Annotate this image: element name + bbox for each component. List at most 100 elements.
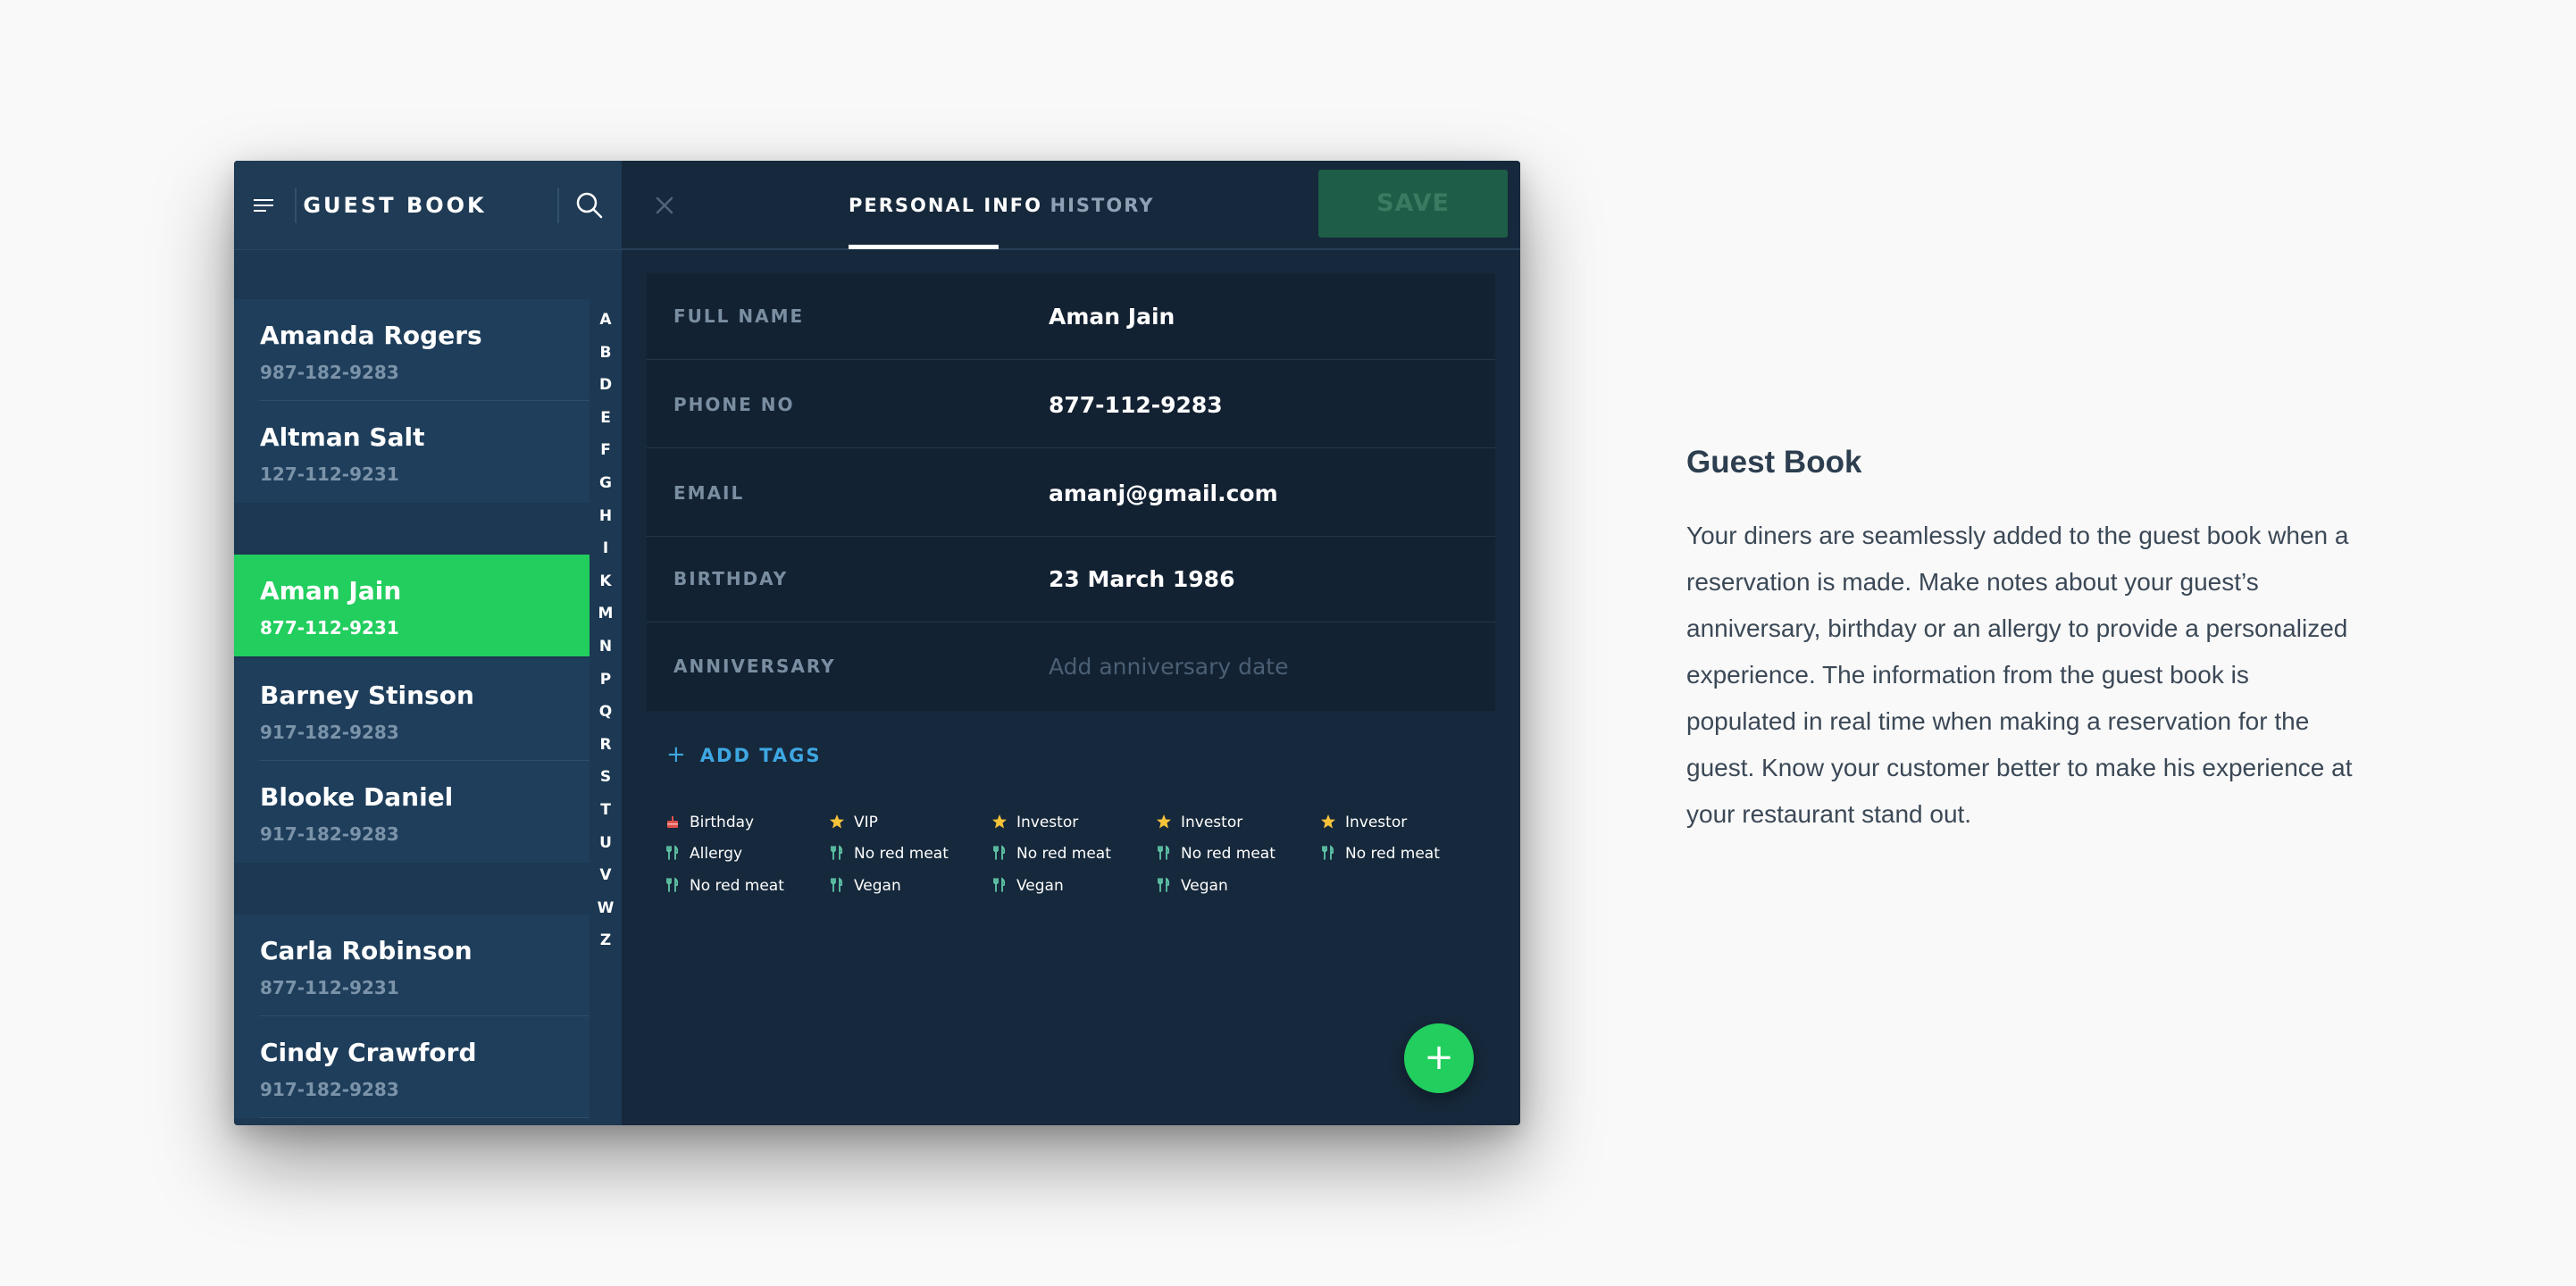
tab-personal-info[interactable]: PERSONAL INFO — [849, 161, 1041, 250]
tag-chip[interactable]: Investor — [1156, 811, 1242, 834]
tag-label: Birthday — [690, 814, 755, 831]
alphabet-index-letter[interactable]: H — [590, 500, 622, 533]
birthday-label: BIRTHDAY — [673, 568, 789, 589]
alphabet-index-letter[interactable]: M — [590, 597, 622, 630]
alphabet-index-letter[interactable]: E — [590, 402, 622, 435]
sidebar: GUEST BOOK A Amanda Rogers 987-182-9283 … — [234, 161, 622, 1125]
alphabet-index-letter[interactable]: I — [590, 532, 622, 565]
add-tags-label: ADD TAGS — [699, 745, 822, 766]
fork-knife-icon — [665, 877, 681, 893]
star-icon — [829, 814, 845, 830]
tag-chip[interactable]: Vegan — [1156, 874, 1228, 898]
fork-knife-icon — [829, 845, 845, 861]
description-body: Your diners are seamlessly added to the … — [1686, 522, 2353, 828]
guest-list-item[interactable]: Altman Salt 127-112-9231 — [234, 401, 590, 503]
list-divider — [259, 1117, 590, 1118]
alphabet-index-letter[interactable]: B — [590, 337, 622, 370]
alphabet-index-letter[interactable]: Q — [590, 696, 622, 729]
guest-phone: 127-112-9231 — [260, 463, 399, 485]
fork-knife-icon — [1156, 877, 1172, 893]
fork-knife-icon — [829, 877, 845, 893]
tag-chip[interactable]: No red meat — [1320, 842, 1440, 865]
tag-chip[interactable]: Allergy — [665, 842, 742, 865]
search-icon[interactable] — [572, 188, 607, 223]
guest-list-item[interactable]: Cindy Crawford 917-182-9283 — [234, 1016, 590, 1118]
alphabet-index-letter[interactable]: Z — [590, 924, 622, 957]
tag-label: Allergy — [690, 845, 743, 863]
alphabet-index-letter[interactable]: G — [590, 467, 622, 500]
field-row-full-name: FULL NAME Aman Jain — [647, 273, 1495, 360]
birthday-field[interactable]: 23 March 1986 — [1049, 536, 1477, 622]
tag-label: No red meat — [1345, 845, 1440, 863]
tag-chip[interactable]: Vegan — [829, 874, 901, 898]
description-title: Guest Book — [1686, 445, 1862, 480]
guest-phone: 917-182-9283 — [260, 1079, 399, 1100]
field-row-birthday: BIRTHDAY 23 March 1986 — [647, 536, 1495, 622]
alphabet-index-letter[interactable]: W — [590, 892, 622, 925]
personal-info-form: FULL NAME Aman Jain PHONE NO 877-112-928… — [647, 273, 1495, 711]
guest-list-item-selected[interactable]: Aman Jain 877-112-9231 — [234, 555, 590, 656]
tag-chip[interactable]: Birthday — [665, 811, 754, 834]
guest-name: Blooke Daniel — [260, 782, 454, 812]
tag-label: Investor — [1016, 814, 1079, 831]
star-icon — [1156, 814, 1172, 830]
guest-book-app: GUEST BOOK A Amanda Rogers 987-182-9283 … — [234, 161, 1520, 1125]
guest-list-item[interactable]: Carla Robinson 877-112-9231 — [234, 914, 590, 1016]
anniversary-field[interactable]: Add anniversary date — [1049, 623, 1477, 710]
guest-phone: 917-182-9283 — [260, 722, 399, 743]
phone-field[interactable]: 877-112-9283 — [1049, 362, 1477, 448]
tag-label: Vegan — [854, 877, 901, 895]
sidebar-title: GUEST BOOK — [303, 193, 487, 218]
full-name-field[interactable]: Aman Jain — [1049, 273, 1477, 360]
alphabet-index-letter[interactable]: A — [590, 304, 622, 337]
guest-list-item[interactable]: Blooke Daniel 917-182-9283 — [234, 761, 590, 863]
guest-list-item[interactable]: Barney Stinson 917-182-9283 — [234, 659, 590, 761]
alphabet-index-letter[interactable]: R — [590, 729, 622, 762]
fork-knife-icon — [1320, 845, 1336, 861]
detail-topbar: PERSONAL INFO HISTORY SAVE — [622, 161, 1520, 250]
tag-chip[interactable]: Investor — [991, 811, 1078, 834]
star-icon — [1320, 814, 1336, 830]
guest-phone: 877-112-9231 — [260, 977, 399, 998]
alphabet-index-letter[interactable]: U — [590, 827, 622, 860]
field-row-phone: PHONE NO 877-112-9283 — [647, 362, 1495, 448]
tag-chip[interactable]: No red meat — [829, 842, 949, 865]
field-row-anniversary: ANNIVERSARY Add anniversary date — [647, 623, 1495, 710]
alphabet-index-letter[interactable]: D — [590, 369, 622, 402]
guest-phone: 877-112-9231 — [260, 617, 399, 639]
alphabet-index-letter[interactable]: S — [590, 761, 622, 794]
alphabet-index: ABDEFGHIKMNPQRSTUVWZ — [590, 304, 622, 957]
menu-icon[interactable] — [252, 193, 275, 218]
guest-name: Amanda Rogers — [260, 321, 482, 350]
close-icon[interactable] — [648, 189, 681, 221]
tag-chip[interactable]: No red meat — [665, 874, 784, 898]
email-field[interactable]: amanj@gmail.com — [1049, 450, 1477, 537]
alphabet-index-letter[interactable]: P — [590, 664, 622, 697]
alphabet-index-letter[interactable]: K — [590, 565, 622, 598]
save-button[interactable]: SAVE — [1318, 170, 1508, 238]
alphabet-index-letter[interactable]: F — [590, 434, 622, 467]
alphabet-index-letter[interactable]: V — [590, 859, 622, 892]
tab-history[interactable]: HISTORY — [1040, 161, 1165, 250]
tag-chip[interactable]: Vegan — [991, 874, 1064, 898]
alphabet-index-letter[interactable]: N — [590, 630, 622, 664]
guest-detail-panel: PERSONAL INFO HISTORY SAVE FULL NAME Ama… — [622, 161, 1520, 1125]
tag-chip[interactable]: VIP — [829, 811, 878, 834]
alphabet-index-letter[interactable]: T — [590, 794, 622, 827]
tag-chip[interactable]: Investor — [1320, 811, 1407, 834]
guest-name: Carla Robinson — [260, 936, 473, 965]
fork-knife-icon — [665, 845, 681, 861]
fork-knife-icon — [991, 877, 1008, 893]
tag-chip[interactable]: No red meat — [991, 842, 1111, 865]
full-name-label: FULL NAME — [673, 305, 805, 327]
field-row-email: EMAIL amanj@gmail.com — [647, 450, 1495, 537]
add-floating-button[interactable]: + — [1404, 1023, 1474, 1093]
guest-name: Altman Salt — [260, 422, 425, 452]
plus-icon: + — [666, 741, 688, 768]
add-tags-button[interactable]: + ADD TAGS — [666, 741, 822, 768]
guest-list-item[interactable]: Amanda Rogers 987-182-9283 — [234, 299, 590, 401]
tag-chip[interactable]: No red meat — [1156, 842, 1275, 865]
fork-knife-icon — [1156, 845, 1172, 861]
guest-name: Aman Jain — [260, 576, 402, 605]
guest-phone: 987-182-9283 — [260, 362, 399, 383]
